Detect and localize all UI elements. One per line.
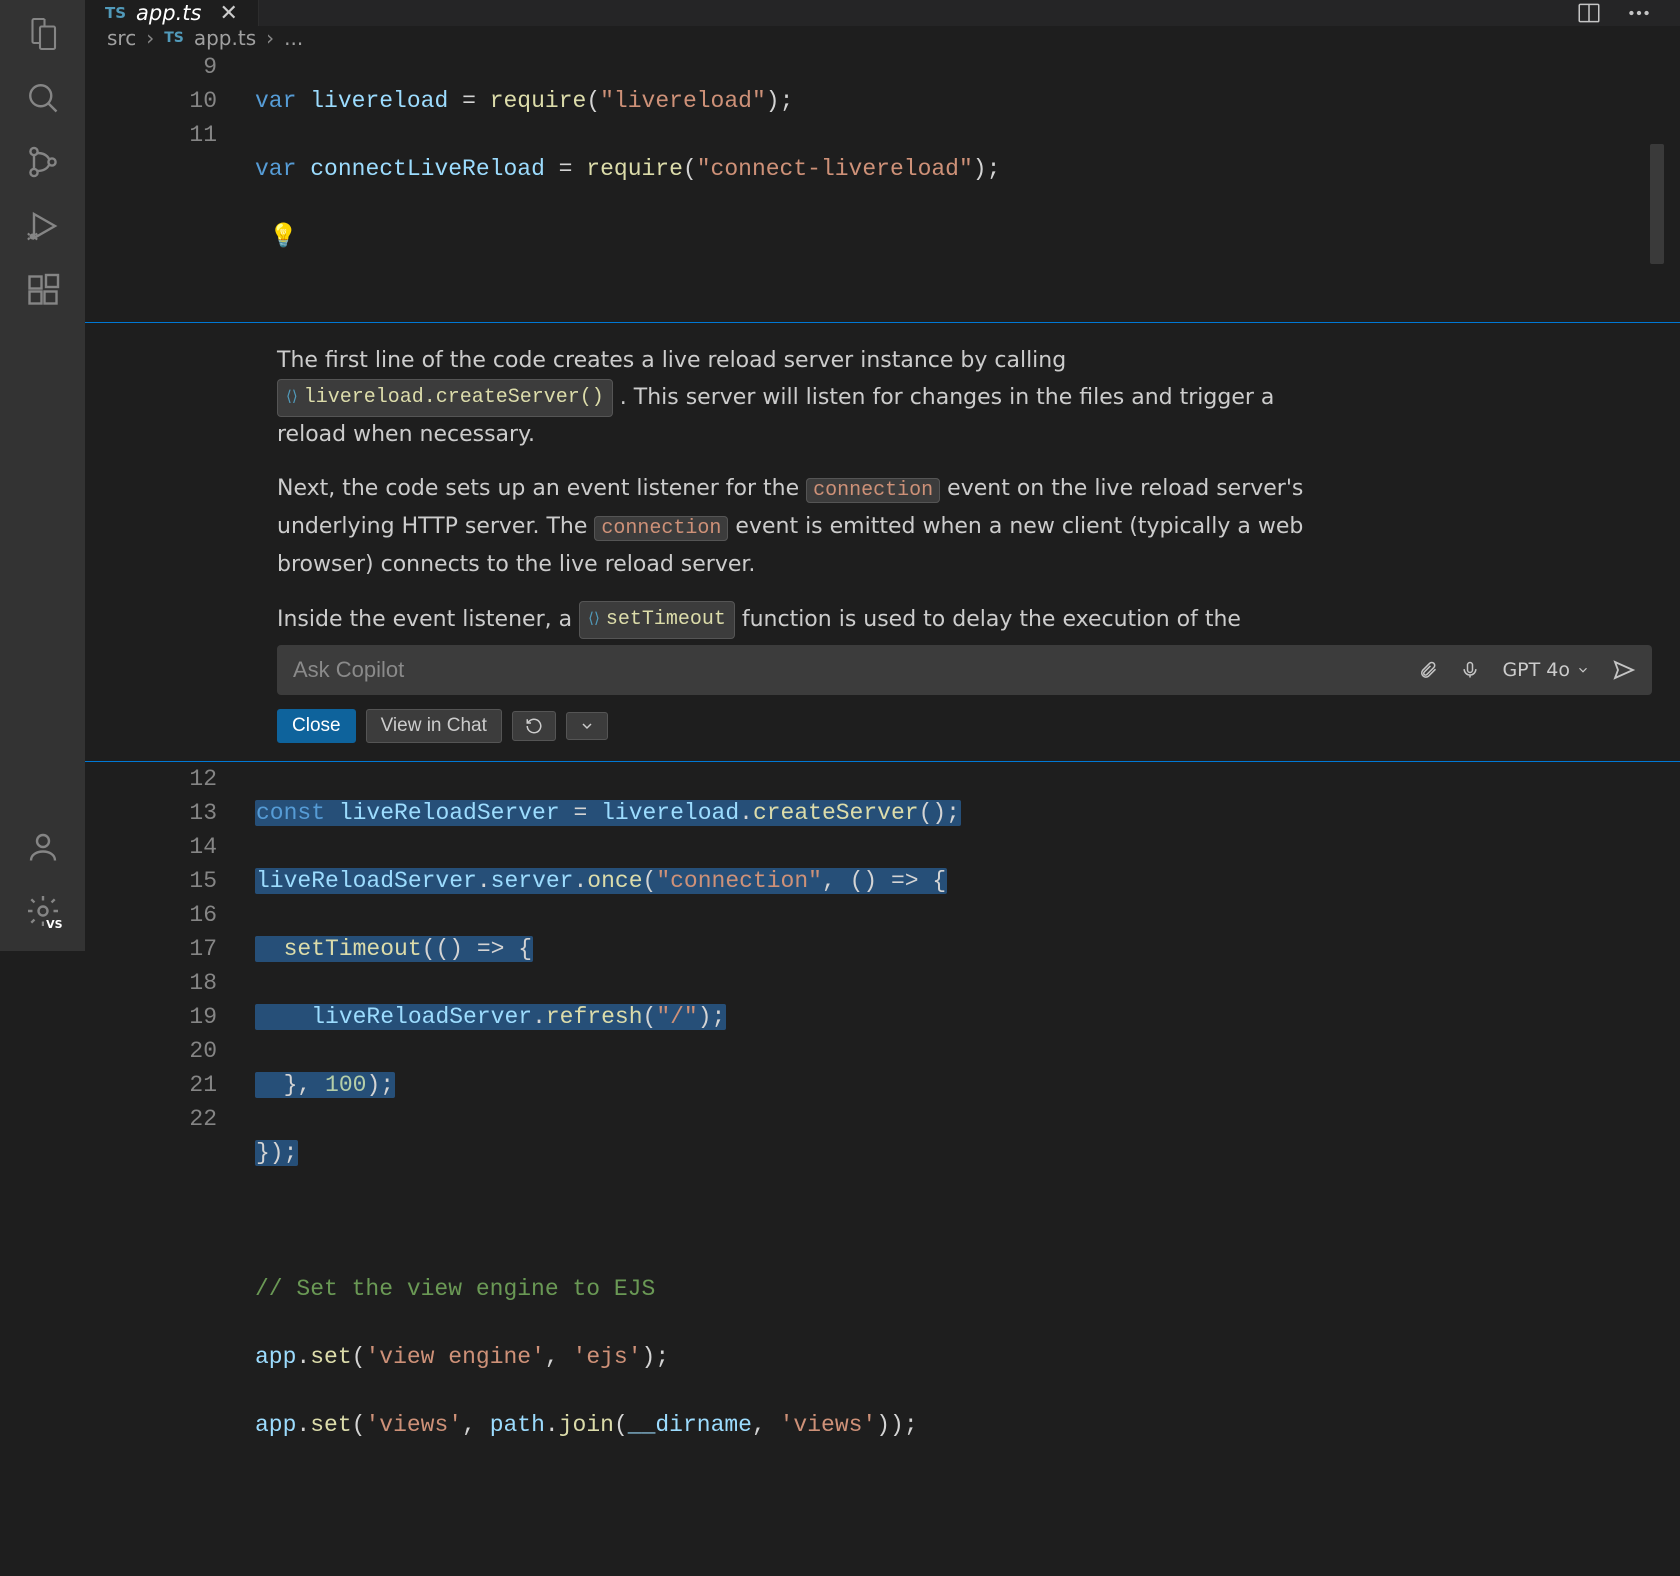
- scrollbar[interactable]: [1650, 144, 1664, 264]
- activity-bar: VS: [0, 0, 85, 951]
- attach-icon[interactable]: [1418, 659, 1438, 681]
- inline-chat-panel: The first line of the code creates a liv…: [85, 322, 1680, 762]
- symbol-chip[interactable]: ⟨⟩livereload.createServer(): [277, 379, 613, 417]
- breadcrumb-src[interactable]: src: [107, 26, 136, 50]
- view-in-chat-button[interactable]: View in Chat: [366, 709, 502, 743]
- code-editor[interactable]: 9 10 11 var livereload = require("livere…: [85, 50, 1680, 1576]
- more-options-button[interactable]: [566, 712, 608, 740]
- chevron-right-icon: ›: [146, 26, 154, 50]
- breadcrumb-file[interactable]: app.ts: [194, 26, 256, 50]
- editor-area: TS app.ts ✕ src › TS app.ts › ... 9 10: [85, 0, 1680, 951]
- inline-code: connection: [594, 516, 728, 541]
- tab-filename: app.ts: [136, 1, 201, 25]
- microphone-icon[interactable]: [1460, 659, 1480, 681]
- close-tab-icon[interactable]: ✕: [219, 1, 237, 26]
- vs-badge: VS: [44, 918, 64, 931]
- more-actions-icon[interactable]: [1626, 0, 1652, 26]
- gutter: 12 13 14 15 16 17 18 19 20 21 22: [85, 762, 255, 1576]
- breadcrumbs[interactable]: src › TS app.ts › ...: [85, 26, 1680, 50]
- explorer-icon[interactable]: [25, 16, 61, 52]
- chat-response: The first line of the code creates a liv…: [277, 343, 1327, 639]
- source-control-icon[interactable]: [25, 144, 61, 180]
- symbol-chip[interactable]: ⟨⟩setTimeout: [579, 601, 735, 639]
- rerun-button[interactable]: [512, 711, 556, 741]
- tab-app-ts[interactable]: TS app.ts ✕: [85, 0, 259, 26]
- send-icon[interactable]: [1612, 658, 1636, 682]
- lightbulb-icon[interactable]: 💡: [255, 224, 298, 250]
- run-debug-icon[interactable]: [25, 208, 61, 244]
- account-icon[interactable]: [25, 829, 61, 865]
- settings-gear-icon[interactable]: VS: [25, 893, 61, 929]
- ts-badge-icon: TS: [105, 4, 126, 22]
- split-editor-icon[interactable]: [1576, 0, 1602, 26]
- model-selector[interactable]: GPT 4o: [1502, 659, 1590, 681]
- ask-copilot-input-row: GPT 4o: [277, 645, 1652, 695]
- inline-code: connection: [806, 478, 940, 503]
- extensions-icon[interactable]: [25, 272, 61, 308]
- breadcrumb-symbol[interactable]: ...: [284, 26, 303, 50]
- ts-badge-icon: TS: [164, 30, 184, 46]
- search-icon[interactable]: [25, 80, 61, 116]
- chevron-right-icon: ›: [266, 26, 274, 50]
- tab-bar: TS app.ts ✕: [85, 0, 1680, 26]
- ask-copilot-input[interactable]: [293, 657, 1418, 683]
- gutter: 9 10 11: [85, 50, 255, 322]
- close-button[interactable]: Close: [277, 709, 356, 743]
